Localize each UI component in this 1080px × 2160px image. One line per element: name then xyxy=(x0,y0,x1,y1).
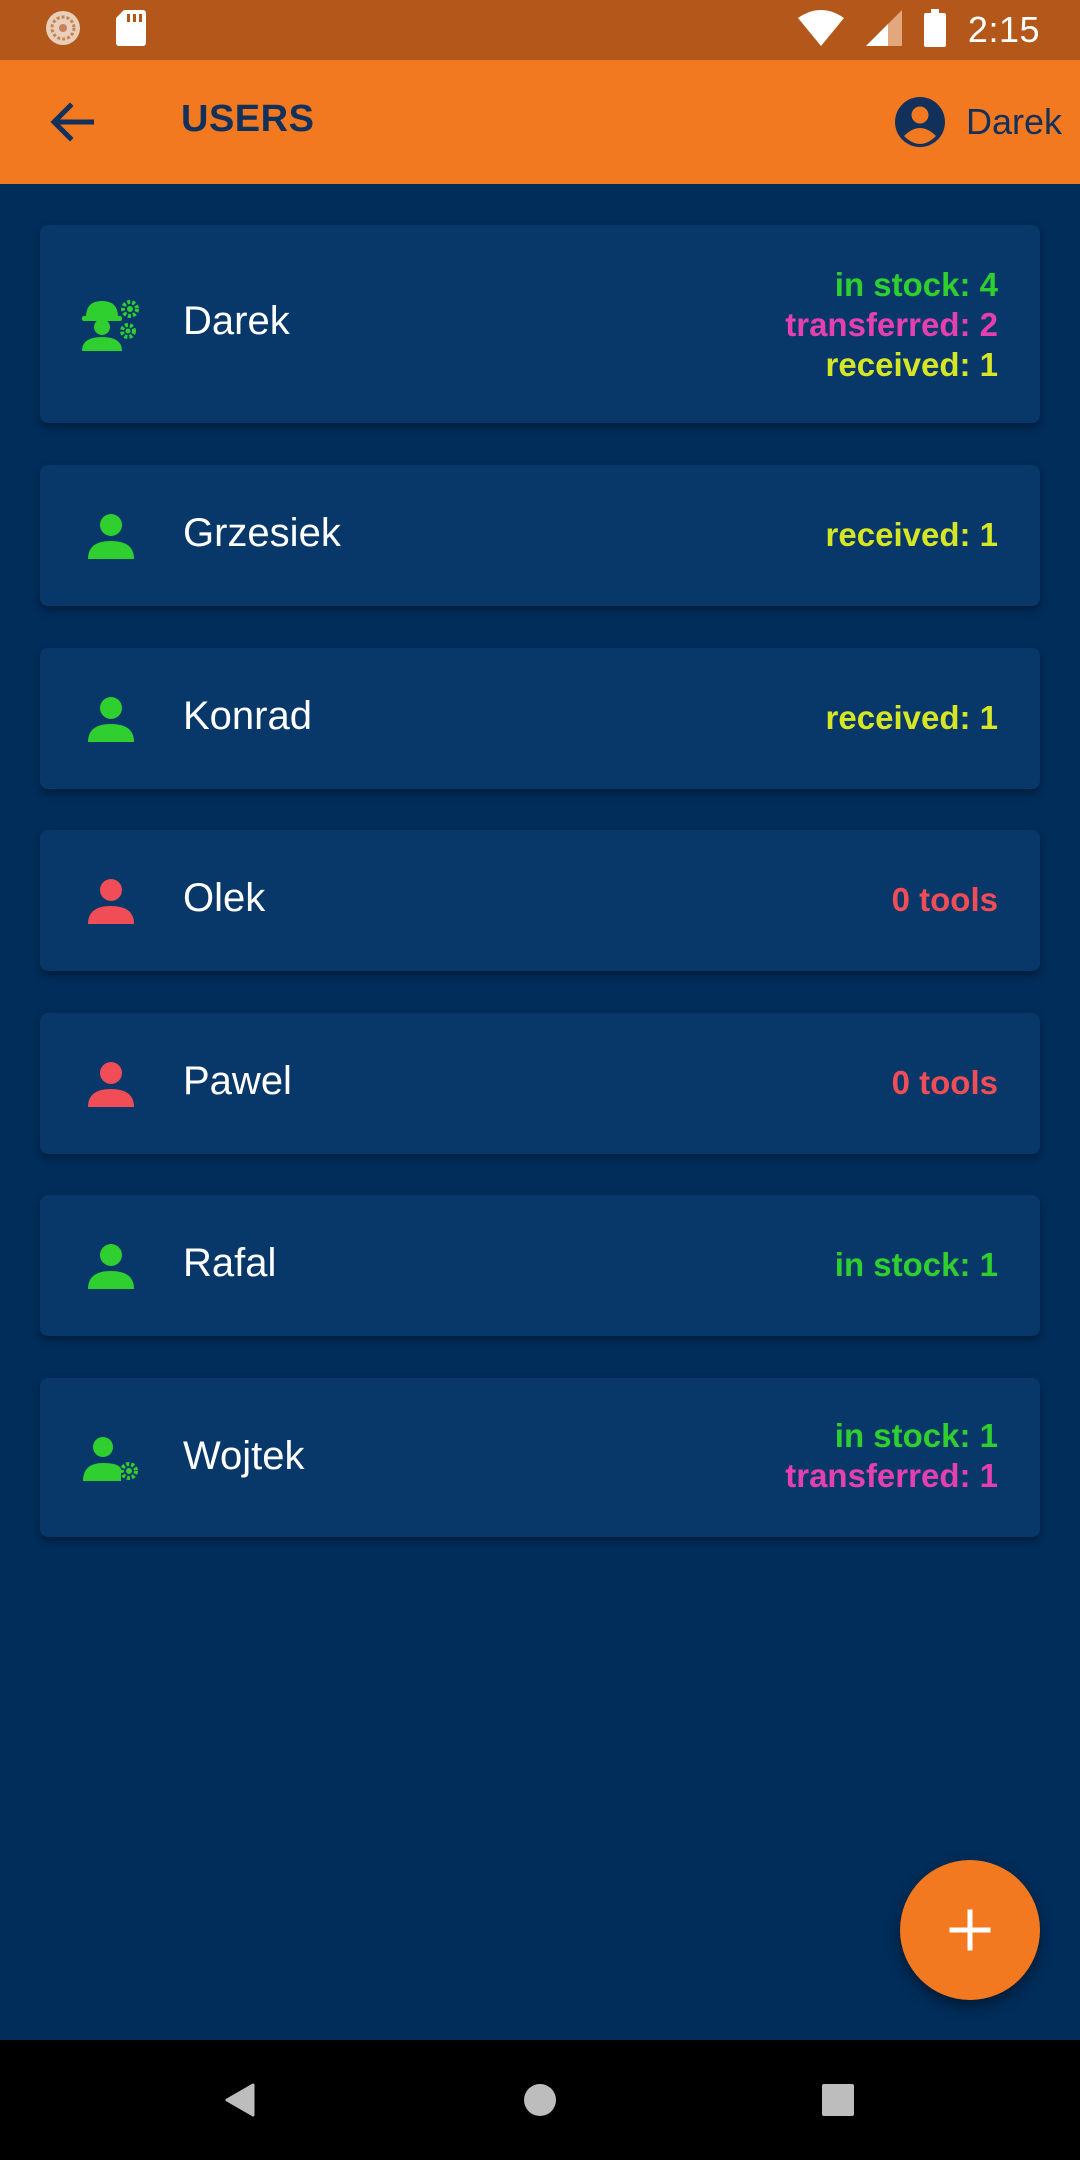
user-name: Rafal xyxy=(183,1241,277,1285)
arrow-back-icon xyxy=(50,102,94,142)
stat-in-stock: in stock: 1 xyxy=(834,1246,998,1283)
wifi-icon xyxy=(797,9,844,51)
person-icon xyxy=(80,870,142,932)
tool-stats: in stock: 4 transferred: 2 received: 1 xyxy=(785,265,998,385)
back-button[interactable] xyxy=(40,90,104,154)
stat-in-stock: in stock: 4 xyxy=(834,266,998,303)
app-bar: USERS Darek xyxy=(0,60,1080,184)
clock-time: 2:15 xyxy=(967,9,1040,50)
tool-stats: received: 1 xyxy=(826,698,998,738)
signal-icon xyxy=(865,9,902,51)
user-name: Wojtek xyxy=(183,1434,305,1478)
user-name: Konrad xyxy=(183,694,312,738)
user-card-konrad[interactable]: Konrad received: 1 xyxy=(40,648,1040,789)
sd-card-icon xyxy=(116,9,146,51)
tool-stats: in stock: 1 transferred: 1 xyxy=(785,1416,998,1496)
battery-icon xyxy=(923,8,946,52)
person-icon xyxy=(80,1235,142,1297)
user-card-rafal[interactable]: Rafal in stock: 1 xyxy=(40,1195,1040,1336)
page-title: USERS xyxy=(181,98,315,140)
stat-no-tools: 0 tools xyxy=(891,1064,998,1101)
tool-stats: in stock: 1 xyxy=(835,1245,998,1285)
system-nav-bar xyxy=(0,2040,1080,2160)
stat-transferred: transferred: 1 xyxy=(785,1457,998,1494)
stat-received: received: 1 xyxy=(825,516,998,553)
nav-recents-button[interactable] xyxy=(808,2070,868,2130)
person-settings-icon xyxy=(80,1428,142,1490)
status-bar: 2:15 xyxy=(0,0,1080,60)
back-triangle-icon xyxy=(225,2083,255,2117)
plus-icon xyxy=(949,1909,991,1951)
user-name: Darek xyxy=(183,299,290,343)
account-button[interactable]: Darek xyxy=(894,96,1062,148)
person-icon xyxy=(80,688,142,750)
account-name: Darek xyxy=(965,101,1062,142)
user-card-grzesiek[interactable]: Grzesiek received: 1 xyxy=(40,465,1040,606)
person-icon xyxy=(80,505,142,567)
stat-received: received: 1 xyxy=(825,699,998,736)
engineer-settings-icon xyxy=(80,293,142,355)
notification-icon xyxy=(44,9,82,52)
stat-received: received: 1 xyxy=(825,346,998,383)
user-card-darek[interactable]: Darek in stock: 4 transferred: 2 receive… xyxy=(40,225,1040,423)
tool-stats: received: 1 xyxy=(826,515,998,555)
nav-back-button[interactable] xyxy=(210,2070,270,2130)
user-name: Grzesiek xyxy=(183,511,341,555)
user-name: Pawel xyxy=(183,1059,292,1103)
add-user-button[interactable] xyxy=(900,1860,1040,2000)
stat-no-tools: 0 tools xyxy=(891,881,998,918)
tool-stats: 0 tools xyxy=(892,880,998,920)
user-card-olek[interactable]: Olek 0 tools xyxy=(40,830,1040,971)
person-icon xyxy=(80,1053,142,1115)
user-card-wojtek[interactable]: Wojtek in stock: 1 transferred: 1 xyxy=(40,1378,1040,1537)
user-card-pawel[interactable]: Pawel 0 tools xyxy=(40,1013,1040,1154)
account-circle-icon xyxy=(894,97,945,147)
stat-transferred: transferred: 2 xyxy=(785,306,998,343)
home-circle-icon xyxy=(524,2084,556,2116)
tool-stats: 0 tools xyxy=(892,1063,998,1103)
user-name: Olek xyxy=(183,876,266,920)
nav-home-button[interactable] xyxy=(510,2070,570,2130)
stat-in-stock: in stock: 1 xyxy=(834,1417,998,1454)
recents-square-icon xyxy=(822,2084,854,2116)
